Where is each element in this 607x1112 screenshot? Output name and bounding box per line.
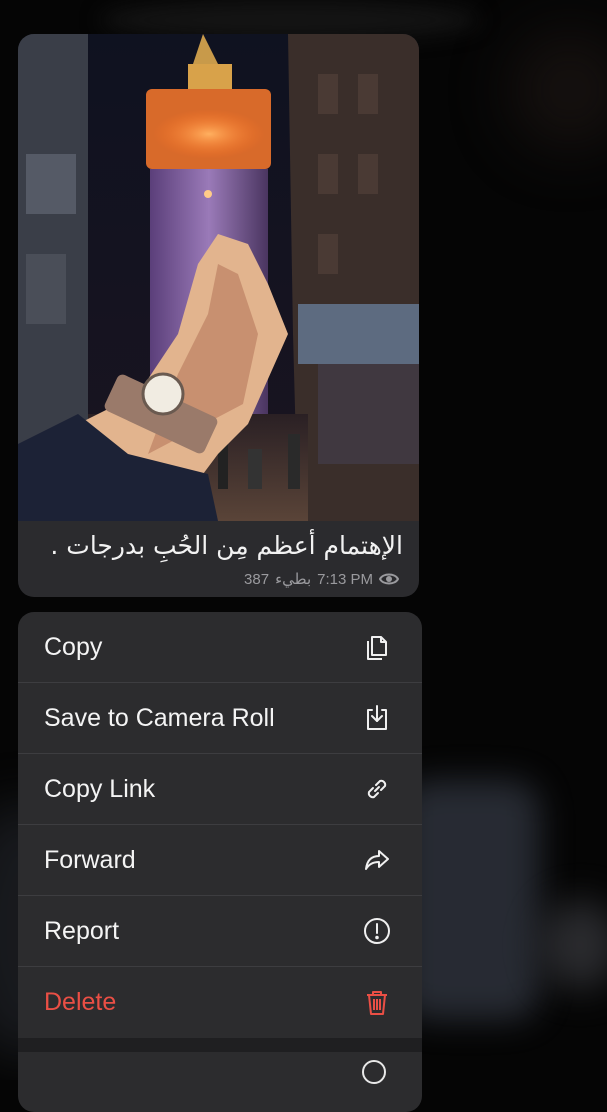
message-time: 7:13 PM bbox=[317, 570, 373, 588]
report-button[interactable]: Report bbox=[18, 896, 422, 967]
link-icon bbox=[360, 772, 394, 806]
next-menu-item[interactable] bbox=[18, 1052, 422, 1112]
select-icon bbox=[362, 1060, 386, 1084]
message-bubble[interactable]: الإهتمام أعظم مِن الحُبِ بدرجات . 387 بط… bbox=[18, 34, 419, 597]
delete-button[interactable]: Delete bbox=[18, 967, 422, 1038]
forward-button[interactable]: Forward bbox=[18, 825, 422, 896]
message-photo[interactable] bbox=[18, 34, 419, 521]
delete-label: Delete bbox=[44, 988, 117, 1016]
forward-label: Forward bbox=[44, 845, 136, 874]
forward-icon bbox=[360, 843, 394, 877]
message-meta: 387 بطيء 7:13 PM bbox=[244, 570, 399, 588]
eye-icon bbox=[379, 573, 399, 585]
copy-label: Copy bbox=[44, 632, 103, 661]
message-caption: الإهتمام أعظم مِن الحُبِ بدرجات . bbox=[50, 531, 403, 560]
context-menu: Copy Save to Camera Roll Copy Link Forwa… bbox=[18, 612, 422, 1112]
save-icon bbox=[360, 701, 394, 735]
edited-label: بطيء bbox=[275, 571, 312, 588]
copy-link-button[interactable]: Copy Link bbox=[18, 754, 422, 825]
copy-button[interactable]: Copy bbox=[18, 612, 422, 683]
copy-link-label: Copy Link bbox=[44, 774, 156, 803]
view-count: 387 bbox=[244, 570, 270, 588]
copy-icon bbox=[360, 630, 394, 664]
menu-section-divider bbox=[18, 1038, 422, 1052]
trash-icon bbox=[360, 986, 394, 1020]
report-icon bbox=[360, 914, 394, 948]
report-label: Report bbox=[44, 916, 120, 945]
save-label: Save to Camera Roll bbox=[44, 703, 275, 732]
save-to-camera-roll-button[interactable]: Save to Camera Roll bbox=[18, 683, 422, 754]
